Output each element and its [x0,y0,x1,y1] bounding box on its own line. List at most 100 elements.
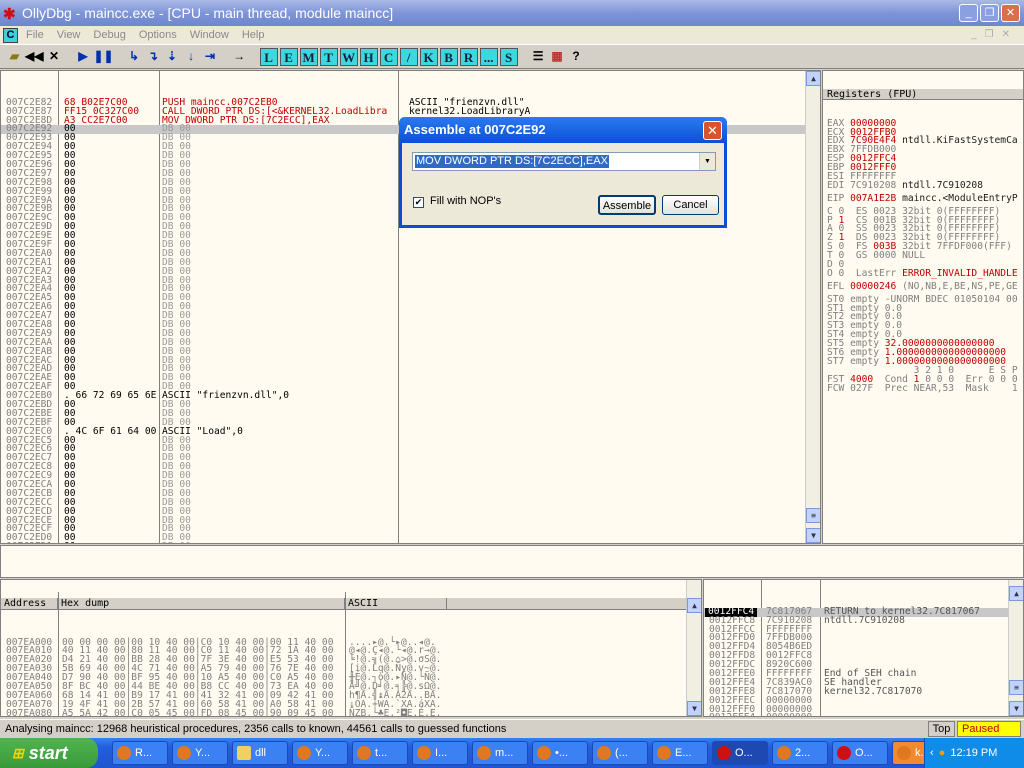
taskbar-button[interactable]: dll [232,741,288,765]
window-button-M[interactable]: M [299,47,318,66]
taskbar-button[interactable]: Y... [292,741,348,765]
disasm-row[interactable]: 007C2ECB 00 DB 00 [1,489,820,499]
assemble-instruction-combo[interactable]: MOV DWORD PTR DS:[7C2ECC],EAX ▼ [412,152,716,171]
disasm-row[interactable]: 007C2EA5 00 DB 00 [1,293,820,303]
disasm-row[interactable]: 007C2ECA 00 DB 00 [1,480,820,490]
scroll-down-icon[interactable]: ▼ [1009,701,1023,716]
window-button-B[interactable]: B [439,47,458,66]
scroll-thumb[interactable]: ≡ [1009,680,1023,695]
disasm-row[interactable]: 007C2E9F 00 DB 00 [1,240,820,250]
taskbar-button[interactable]: t... [352,741,408,765]
help-icon[interactable]: ? [568,48,585,66]
assemble-instruction-input[interactable]: MOV DWORD PTR DS:[7C2ECC],EAX [415,155,609,168]
chevron-down-icon[interactable]: ▼ [699,153,715,170]
scroll-up-icon[interactable]: ▲ [687,598,701,613]
window-button-E[interactable]: E [279,47,298,66]
window-button-xxx[interactable]: ... [479,47,498,66]
taskbar-button[interactable]: O... [832,741,888,765]
appearance-icon[interactable]: ☰ [530,48,547,66]
disasm-row[interactable]: 007C2ED0 00 DB 00 [1,533,820,543]
open-icon[interactable]: ▰ [6,48,23,66]
fill-nops-checkbox[interactable]: ✔ [413,197,424,208]
restore-button[interactable]: ❐ [980,4,999,22]
window-button-T[interactable]: T [319,47,338,66]
taskbar-button[interactable]: •... [532,741,588,765]
assemble-button[interactable]: Assemble [598,195,656,215]
disasm-row[interactable]: 007C2ECC 00 DB 00 [1,498,820,508]
tray-expand-icon[interactable]: ‹ [930,747,934,759]
taskbar-button[interactable]: R... [112,741,168,765]
disasm-row[interactable]: 007C2EAB 00 DB 00 [1,346,820,357]
window-button-C[interactable]: C [379,47,398,66]
hex-dump-pane[interactable]: Address Hex dump ASCII 007EA000 00 00 00 … [0,579,702,717]
trace-over-icon[interactable]: ↓ [183,48,200,66]
step-over-icon[interactable]: ↴ [145,48,162,66]
menu-window[interactable]: Window [190,29,229,41]
disasm-row[interactable]: 007C2EA9 00 DB 00 [1,329,820,339]
disasm-row[interactable]: 007C2ED1 00 DB 00 [6,542,191,543]
register-line[interactable]: EDI 7C910208 ntdll.7C910208 [823,181,1023,191]
trace-into-icon[interactable]: ⇣ [164,48,181,66]
disasm-row[interactable]: 007C2ECD 00 DB 00 [1,506,820,517]
register-line[interactable]: EFL 00000246 (NO,NB,E,BE,NS,PE,GE [823,281,1023,292]
disasm-row[interactable]: 007C2EC8 00 DB 00 [1,462,820,472]
dump-scrollbar[interactable]: ▲ ▼ [686,580,701,716]
register-line[interactable]: O 0 LastErr ERROR_INVALID_HANDLE [823,269,1023,279]
dialog-close-button[interactable]: ✕ [703,121,722,140]
disasm-row[interactable]: 007C2EAE 00 DB 00 [1,373,820,383]
disasm-row[interactable]: 007C2ECE 00 DB 00 [1,515,820,526]
scroll-thumb[interactable]: ≡ [806,508,820,523]
restart-icon[interactable]: ◀◀ [25,48,43,66]
registers-header[interactable]: Registers (FPU) [823,88,1023,100]
go-to-icon[interactable]: → [231,48,248,66]
cancel-button[interactable]: Cancel [662,195,719,215]
taskbar-button[interactable]: O... [712,741,768,765]
disasm-row[interactable]: 007C2EA0 00 DB 00 [1,249,820,259]
disasm-row[interactable]: 007C2EA2 00 DB 00 [1,266,820,277]
scroll-down-icon[interactable]: ▼ [806,528,820,543]
disasm-row[interactable]: 007C2EBE 00 DB 00 [1,409,820,419]
disasm-row[interactable]: 007C2EB0. 66 72 69 65 6E ASCII "frienzvn.… [1,391,820,401]
taskbar-button[interactable]: 2... [772,741,828,765]
disasm-row[interactable]: 007C2ECF 00 DB 00 [1,524,820,534]
mdi-window-controls[interactable]: _❐✕ [971,29,1018,40]
disasm-row[interactable]: 007C2EBD 00 DB 00 [1,400,820,410]
taskbar-button[interactable]: E... [652,741,708,765]
taskbar-button[interactable]: (... [592,741,648,765]
menu-help[interactable]: Help [242,29,265,41]
taskbar-button[interactable]: Y... [172,741,228,765]
disasm-row[interactable]: 007C2EAA 00 DB 00 [1,338,820,348]
dump-row[interactable]: 007EA080 A5 5A 42 00|C0 05 45 00|FD 08 45… [1,708,701,716]
step-into-icon[interactable]: ↳ [126,48,143,66]
disasm-row[interactable]: 007C2EA4 00 DB 00 [1,284,820,294]
taskbar-button[interactable]: I... [412,741,468,765]
disasm-row[interactable]: 007C2EC0. 4C 6F 61 64 00 ASCII "Load",0 [1,426,820,437]
ascii-column-header[interactable]: ASCII [345,597,447,610]
menu-view[interactable]: View [57,29,81,41]
disasm-row[interactable]: 007C2EA3 00 DB 00 [1,275,820,286]
close-button[interactable]: ✕ [1001,4,1020,22]
window-button-S[interactable]: S [499,47,518,66]
window-button-K[interactable]: K [419,47,438,66]
register-line[interactable]: EIP 007A1E2B maincc.<ModuleEntryP [823,193,1023,204]
registers-pane[interactable]: Registers (FPU) EAX 00000000 ECX 0012FFB0… [822,70,1024,544]
disasm-row[interactable]: 007C2EAC 00 DB 00 [1,355,820,366]
menu-debug[interactable]: Debug [93,29,125,41]
disasm-row[interactable]: 007C2EA1 00 DB 00 [1,258,820,268]
window-button-H[interactable]: H [359,47,378,66]
close-program-icon[interactable]: ✕ [45,48,62,66]
scroll-down-icon[interactable]: ▼ [687,701,701,716]
disassembly-scrollbar[interactable]: ▲ ≡ ▼ [805,71,820,543]
tray-app-icon[interactable]: ● [939,747,946,759]
disasm-row[interactable]: 007C2E9E 00 DB 00 [1,231,820,241]
disasm-row[interactable]: 007C2EC5 00 DB 00 [1,435,820,446]
menu-file[interactable]: File [26,29,44,41]
disasm-row[interactable]: 007C2EA6 00 DB 00 [1,302,820,312]
disasm-row[interactable]: 007C2EA8 00 DB 00 [1,320,820,330]
address-column-header[interactable]: Address [1,597,58,610]
window-button-L[interactable]: L [259,47,278,66]
colors-icon[interactable]: ▦ [549,48,566,66]
pause-icon[interactable]: ❚❚ [93,48,113,66]
disasm-row[interactable]: 007C2EAD 00 DB 00 [1,364,820,374]
scroll-up-icon[interactable]: ▲ [806,71,820,86]
